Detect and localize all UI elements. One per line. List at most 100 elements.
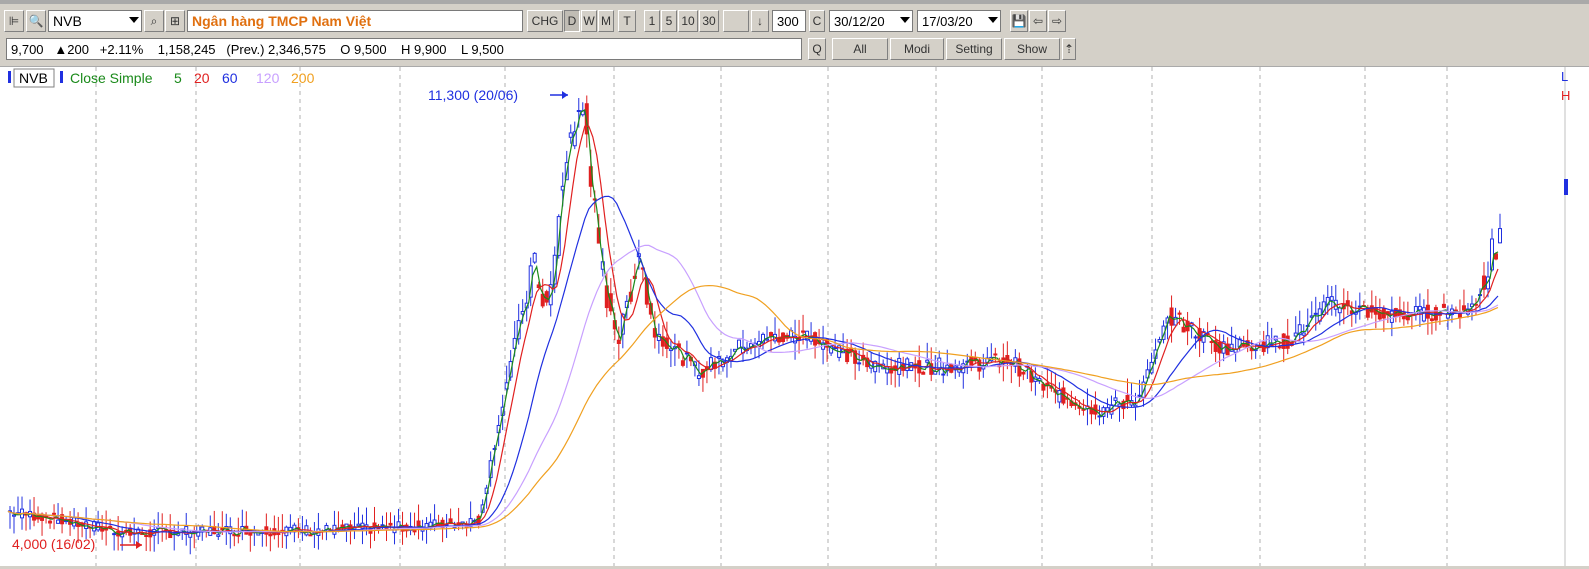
ma-line-20 [7, 125, 1499, 535]
candle-body [356, 523, 361, 527]
candle-body [308, 534, 313, 537]
candle-body [1277, 346, 1282, 349]
legend-marker [60, 71, 63, 83]
candle-body [216, 534, 221, 537]
c-button[interactable]: C [809, 10, 825, 32]
symbol-value: NVB [53, 13, 82, 29]
candle-body [1021, 371, 1026, 375]
low-arrow-head [136, 541, 142, 549]
ma-120-label: 120 [256, 70, 280, 86]
chg-button[interactable]: CHG [527, 10, 563, 32]
candle-body [1181, 326, 1186, 333]
candle-body [1057, 390, 1062, 403]
show-button[interactable]: Show [1004, 38, 1060, 60]
search-icon[interactable]: 🔍 [26, 10, 46, 32]
price-chart[interactable]: NVB Close Simple 5 20 60 120 200 11,300 … [0, 67, 1589, 566]
interval-1-button[interactable]: 1 [644, 10, 660, 32]
candle-body [921, 371, 926, 375]
period-w-button[interactable]: W [581, 10, 597, 32]
add-icon[interactable]: ⊞ [165, 10, 185, 32]
ma-line-60 [7, 195, 1499, 534]
candle-body [616, 339, 621, 344]
candle-body [576, 110, 581, 113]
arrow-right-icon[interactable]: ⇨ [1048, 10, 1066, 32]
candle-body [1209, 341, 1214, 344]
right-label-h: H [1561, 88, 1570, 103]
candle-body [680, 360, 685, 366]
candle-body [941, 373, 946, 376]
candlesticks [8, 95, 1502, 555]
period-d-button[interactable]: D [564, 10, 580, 32]
interval-10-button[interactable]: 10 [678, 10, 698, 32]
period-m-button[interactable]: M [598, 10, 614, 32]
blank-button[interactable] [723, 10, 749, 32]
high-arrow-head [562, 91, 568, 99]
low-annotation: 4,000 (16/02) [12, 536, 95, 552]
count-input[interactable]: 300 [772, 10, 806, 32]
arrow-left-icon[interactable]: ⇦ [1029, 10, 1047, 32]
candle-body [1089, 408, 1094, 415]
candle-body [1457, 313, 1462, 319]
candle-body [1193, 336, 1198, 339]
candle-body [925, 359, 930, 363]
candle-body [684, 352, 689, 355]
chart-area[interactable]: NVB Close Simple 5 20 60 120 200 11,300 … [0, 66, 1589, 566]
ma-200-label: 200 [291, 70, 315, 86]
candle-body [236, 534, 241, 537]
candle-body [416, 520, 421, 527]
ma-5-label: 5 [174, 70, 182, 86]
period-t-button[interactable]: T [618, 10, 636, 32]
candle-body [1137, 394, 1142, 397]
quote-summary: 9,700 ▲200 +2.11% 1,158,245 (Prev.) 2,34… [6, 38, 802, 60]
candle-body [48, 520, 53, 524]
ma-line-200 [7, 284, 1499, 533]
company-name: Ngân hàng TMCP Nam Việt [192, 13, 372, 29]
ma-line-5 [7, 108, 1499, 536]
date-to-select[interactable]: 17/03/20 [917, 10, 1001, 32]
candle-body [388, 522, 393, 526]
candle-body [1493, 253, 1498, 260]
chevron-down-icon[interactable] [988, 17, 998, 23]
candle-body [84, 521, 89, 530]
candle-body [544, 291, 549, 303]
interval-30-button[interactable]: 30 [699, 10, 719, 32]
arrow-down-icon[interactable]: ↓ [751, 10, 769, 32]
chevron-down-icon[interactable] [900, 17, 910, 23]
symbol-input[interactable]: NVB [48, 10, 142, 32]
candle-body [1113, 397, 1118, 401]
setting-button[interactable]: Setting [946, 38, 1002, 60]
all-button[interactable]: All [832, 38, 888, 60]
candle-body [1241, 343, 1246, 346]
chevron-down-icon[interactable] [129, 17, 139, 23]
candle-body [1389, 310, 1394, 323]
ma-line-120 [7, 244, 1499, 533]
candle-body [268, 533, 273, 537]
company-name-field: Ngân hàng TMCP Nam Việt [187, 10, 523, 32]
candle-body [857, 362, 862, 365]
interval-5-button[interactable]: 5 [661, 10, 677, 32]
candle-body [568, 132, 573, 138]
zoom-icon[interactable]: ⌕ [144, 10, 164, 32]
quote-bar: 9,700 ▲200 +2.11% 1,158,245 (Prev.) 2,34… [0, 36, 1589, 64]
date-from-select[interactable]: 30/12/20 [829, 10, 913, 32]
candle-body [1177, 312, 1182, 315]
candle-body [144, 535, 149, 538]
high-annotation: 11,300 (20/06) [428, 87, 518, 103]
modi-button[interactable]: Modi [890, 38, 944, 60]
candle-body [993, 353, 998, 356]
q-button[interactable]: Q [808, 38, 826, 60]
candle-body [801, 330, 806, 333]
pin-icon[interactable]: ⇡ [1062, 38, 1076, 60]
ma-60-label: 60 [222, 70, 238, 86]
right-label-l: L [1561, 69, 1568, 84]
indicator-label: Close Simple [70, 70, 153, 86]
save-icon[interactable]: 💾 [1010, 10, 1028, 32]
candle-body [56, 519, 61, 524]
main-toolbar: ⊫ 🔍 NVB ⌕ ⊞ Ngân hàng TMCP Nam Việt CHG … [0, 0, 1589, 36]
candle-body [777, 338, 782, 343]
candle-body [1329, 296, 1334, 301]
candle-body [52, 512, 57, 515]
candle-body [12, 514, 17, 517]
candle-body [1417, 305, 1422, 311]
expand-icon[interactable]: ⊫ [4, 10, 24, 32]
